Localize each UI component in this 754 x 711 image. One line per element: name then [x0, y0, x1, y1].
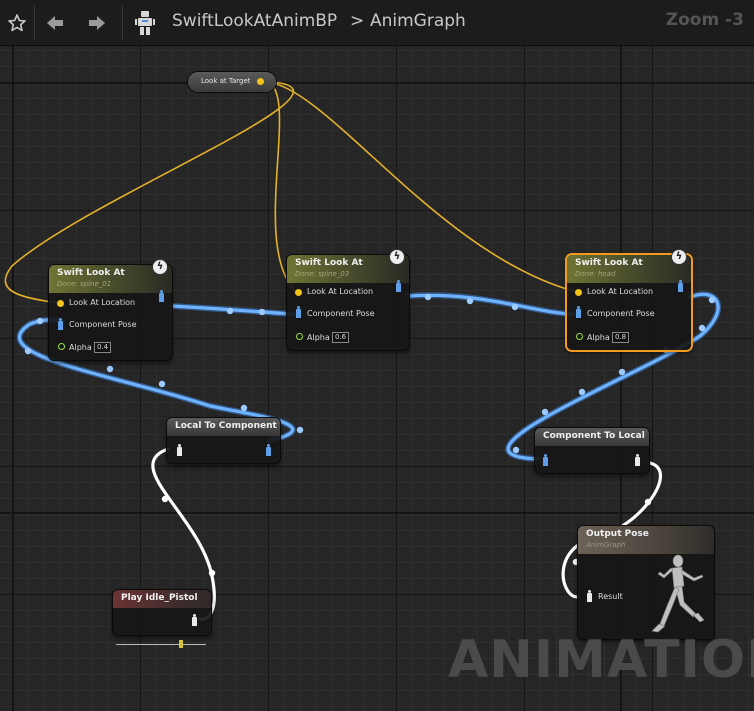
node-header: Component To Local: [535, 428, 649, 446]
node-subtitle: AnimGraph: [586, 541, 626, 549]
back-arrow-icon: [47, 15, 63, 30]
pin-label: Alpha: [69, 343, 92, 352]
star-icon: [8, 13, 26, 31]
alpha-pin[interactable]: [296, 333, 303, 340]
pose-pin-icon[interactable]: [396, 280, 401, 292]
pose-pin-icon[interactable]: [177, 444, 182, 456]
swift-look-at-node-spine-03[interactable]: Swift Look At Done: spine_03 ϟ Look At L…: [287, 249, 409, 350]
look-at-location-pin[interactable]: [57, 300, 64, 307]
local-to-component-node[interactable]: Local To Component: [167, 418, 280, 463]
pin-label: Component Pose: [587, 309, 655, 318]
node-subtitle: Done: spine_03: [295, 270, 350, 278]
playback-playhead[interactable]: [178, 640, 183, 648]
pose-pin-icon[interactable]: [192, 614, 197, 626]
pin-label: Look At Location: [307, 287, 374, 296]
pin-label: Result: [598, 592, 623, 601]
swift-look-at-node-spine-01[interactable]: Swift Look At Done: spine_01 ϟ Look At L…: [49, 259, 172, 360]
node-subtitle: Done: spine_01: [57, 280, 112, 288]
pin-label: Alpha: [587, 333, 610, 342]
node-header: Play Idle_Pistol: [113, 590, 211, 608]
alpha-pin[interactable]: [576, 333, 583, 340]
play-idle-pistol-node[interactable]: Play Idle_Pistol: [113, 590, 211, 635]
pose-pin-icon[interactable]: [266, 444, 271, 456]
lightning-icon: ϟ: [671, 249, 687, 265]
back-button[interactable]: [40, 0, 70, 45]
node-subtitle: Done: head: [575, 270, 616, 278]
look-at-location-pin[interactable]: [575, 289, 582, 296]
node-title: Play Idle_Pistol: [121, 593, 198, 603]
variable-output-pin[interactable]: [257, 78, 264, 85]
mannequin-preview-icon: [651, 554, 705, 633]
swift-look-at-node-head[interactable]: Swift Look At Done: head ϟ Look At Locat…: [567, 249, 691, 350]
breadcrumb-graph[interactable]: AnimGraph: [370, 11, 466, 31]
node-title: Output Pose: [586, 529, 649, 539]
breadcrumb-separator: >: [350, 11, 365, 31]
node-header: Output Pose AnimGraph: [578, 526, 714, 554]
alpha-pin[interactable]: [58, 343, 65, 350]
pose-pin-icon[interactable]: [543, 454, 548, 466]
graph-canvas[interactable]: Look at Target Swift Look At Done: spine…: [0, 46, 754, 711]
animation-watermark: ANIMATION: [448, 630, 754, 690]
pose-pin-icon[interactable]: [635, 454, 640, 466]
blueprint-icon: [135, 10, 155, 35]
alpha-value-field[interactable]: 0.6: [332, 332, 350, 343]
lightning-icon: ϟ: [389, 249, 405, 265]
pose-pin-icon[interactable]: [159, 290, 164, 302]
breadcrumb-blueprint[interactable]: SwiftLookAtAnimBP: [172, 11, 337, 31]
forward-arrow-icon: [89, 15, 105, 30]
pin-label: Look At Location: [69, 298, 136, 307]
pin-label: Look At Location: [587, 287, 654, 296]
pin-label: Component Pose: [307, 309, 375, 318]
look-at-target-variable-node[interactable]: Look at Target: [188, 72, 276, 92]
zoom-level: Zoom -3: [665, 10, 744, 30]
pin-label: Component Pose: [69, 320, 137, 329]
pose-pin-icon[interactable]: [58, 318, 63, 330]
blueprint-button[interactable]: [130, 0, 160, 45]
playback-progress-track: [116, 640, 206, 648]
graph-toolbar: SwiftLookAtAnimBP > AnimGraph Zoom -3: [0, 0, 754, 46]
blueprint-editor: SwiftLookAtAnimBP > AnimGraph Zoom -3 Lo…: [0, 0, 754, 711]
pose-pin-icon[interactable]: [296, 306, 301, 318]
output-pose-node[interactable]: Output Pose AnimGraph Result: [578, 526, 714, 639]
pose-pin-icon[interactable]: [678, 280, 683, 292]
component-to-local-node[interactable]: Component To Local: [535, 428, 649, 473]
pin-label: Alpha: [307, 333, 330, 342]
forward-button[interactable]: [82, 0, 112, 45]
lightning-icon: ϟ: [152, 259, 168, 275]
node-title: Local To Component: [175, 421, 277, 431]
node-title: Component To Local: [543, 431, 645, 441]
pose-pin-icon[interactable]: [576, 306, 581, 318]
favorite-button[interactable]: [2, 0, 32, 45]
alpha-value-field[interactable]: 0.8: [612, 332, 630, 343]
pose-pin-icon[interactable]: [587, 590, 592, 602]
alpha-value-field[interactable]: 0.4: [94, 342, 112, 353]
look-at-location-pin[interactable]: [295, 289, 302, 296]
node-header: Local To Component: [167, 418, 280, 436]
variable-node-label: Look at Target: [201, 77, 251, 85]
